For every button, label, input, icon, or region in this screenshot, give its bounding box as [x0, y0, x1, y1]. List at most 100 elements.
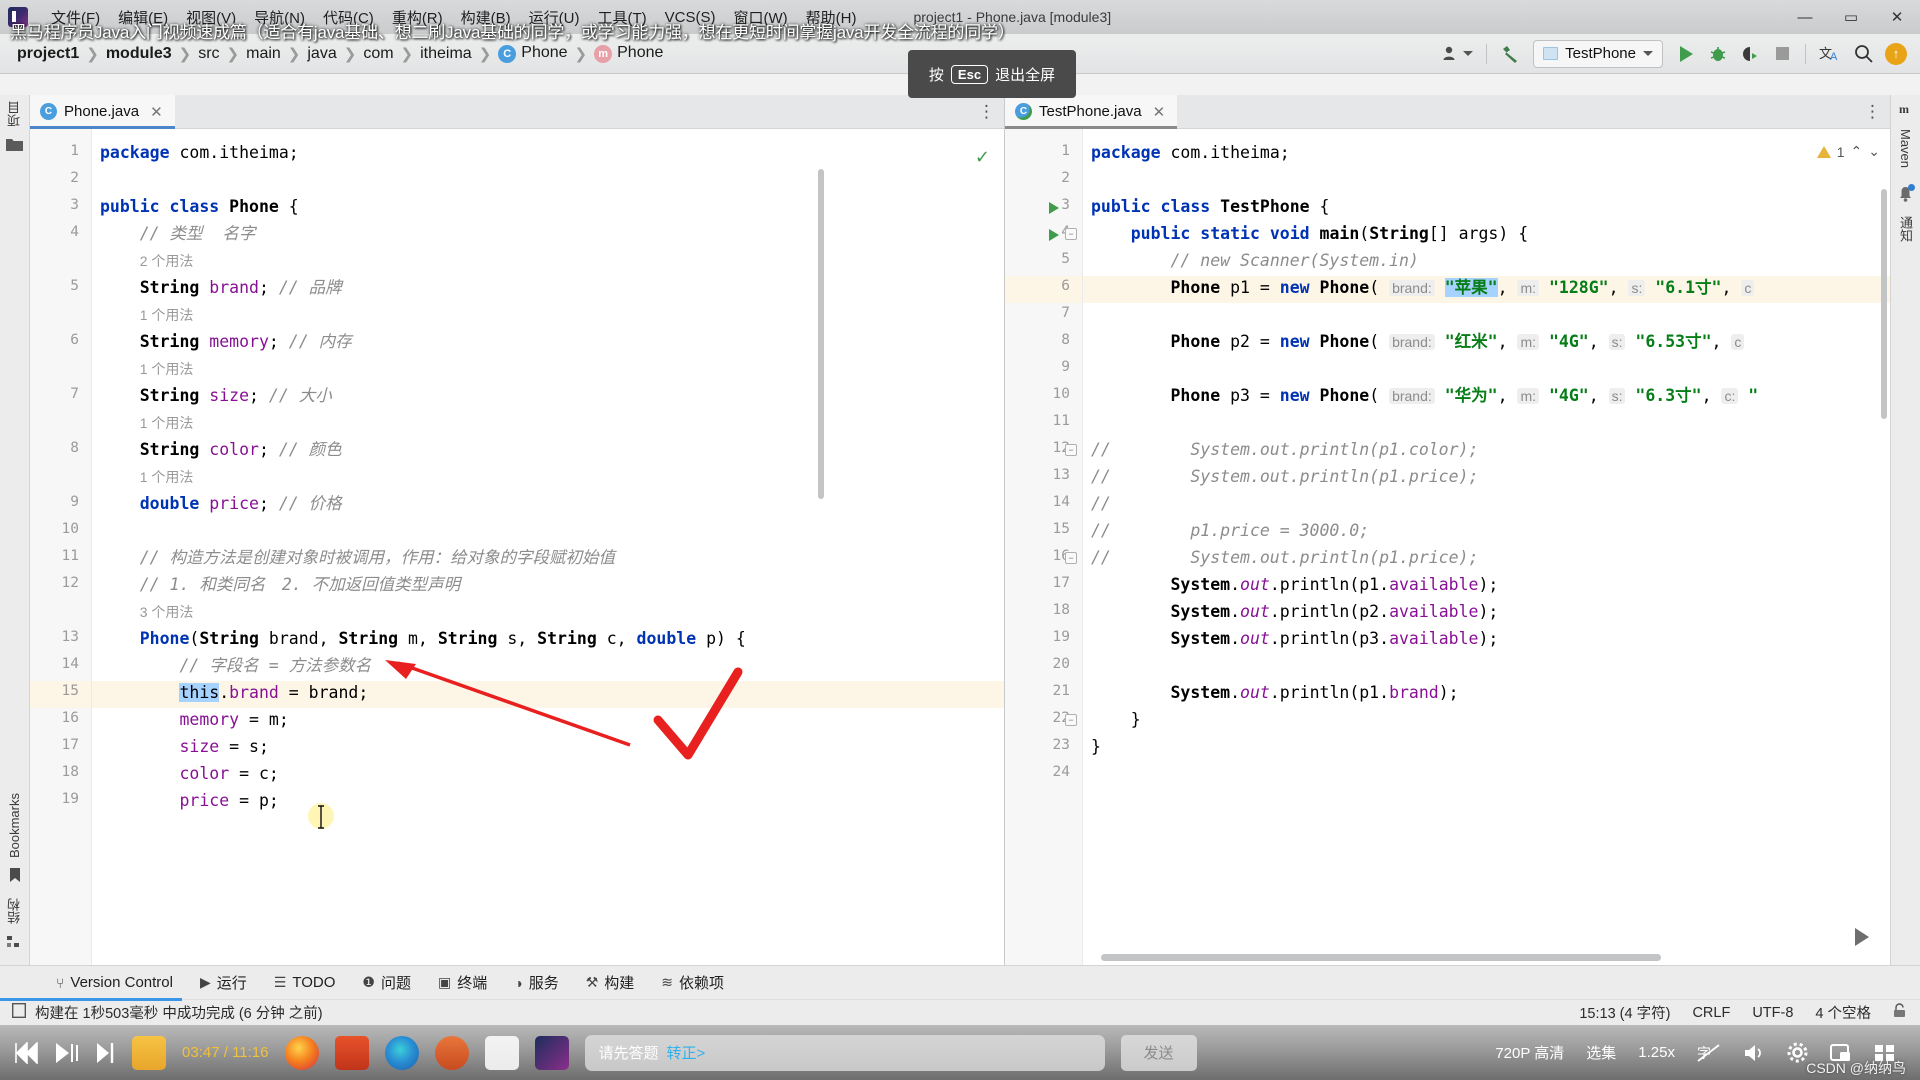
- indent-setting[interactable]: 4 个空格: [1815, 1002, 1871, 1023]
- tool-window-终端[interactable]: ▣ 终端: [428, 972, 497, 993]
- tool-window-运行[interactable]: ▶ 运行: [190, 972, 257, 993]
- run-button[interactable]: [1671, 40, 1701, 68]
- episodes-button[interactable]: 选集: [1586, 1042, 1616, 1063]
- tab-testphone-java[interactable]: C TestPhone.java ✕: [1005, 95, 1178, 129]
- tool-window-问题[interactable]: ❶ 问题: [352, 972, 421, 993]
- breadcrumb-item-project1[interactable]: project1: [10, 45, 86, 63]
- scrollbar-vertical-right[interactable]: [1881, 189, 1887, 419]
- breadcrumb-label: project1: [17, 44, 80, 62]
- code-fold-toggle[interactable]: −: [1065, 552, 1077, 564]
- editor-options-right[interactable]: ⋮: [1864, 95, 1890, 128]
- folder-icon[interactable]: [6, 133, 23, 160]
- tool-window-依赖项[interactable]: ≋ 依赖项: [651, 972, 734, 993]
- volume-icon[interactable]: [1743, 1043, 1765, 1063]
- line-number: 10: [1052, 386, 1070, 402]
- firefox-icon[interactable]: [284, 1035, 319, 1070]
- code-fold-toggle[interactable]: −: [1065, 228, 1077, 240]
- run-gutter-icon[interactable]: [1049, 229, 1059, 241]
- maximize-button[interactable]: ▭: [1828, 0, 1874, 34]
- next-problem-icon[interactable]: ⌄: [1868, 143, 1880, 160]
- project-tool-label: 项目: [7, 101, 22, 127]
- tool-window-服务[interactable]: ◑ 服务: [504, 972, 568, 993]
- run-configuration-selector[interactable]: TestPhone: [1533, 39, 1663, 68]
- code-editor-left[interactable]: 1 2 3 4 5 6 7 8 9 10 11 12 13 14 15 16 17 18 19 package co…: [30, 129, 1004, 965]
- code-content-left[interactable]: package com.itheima; public class Phone {…: [92, 129, 1004, 965]
- tab-phone-java[interactable]: C Phone.java ✕: [30, 95, 175, 129]
- lock-icon[interactable]: [1893, 1003, 1906, 1022]
- line-separator[interactable]: CRLF: [1692, 1005, 1730, 1021]
- run-gutter-icon[interactable]: [1049, 202, 1059, 214]
- run-with-coverage-button[interactable]: [1735, 40, 1765, 68]
- breadcrumb-item-phone[interactable]: m Phone: [587, 44, 670, 63]
- breadcrumb-separator: ❯: [400, 45, 414, 63]
- scrollbar-vertical-left[interactable]: [818, 169, 824, 499]
- sidebar-item-bookmarks[interactable]: Bookmarks: [7, 787, 22, 864]
- breadcrumb-item-itheima[interactable]: itheima: [413, 45, 479, 63]
- line-number: 11: [1052, 413, 1070, 429]
- debug-button[interactable]: [1703, 40, 1733, 68]
- maven-icon[interactable]: m: [1898, 95, 1914, 123]
- breadcrumb-item-src[interactable]: src: [191, 45, 226, 63]
- editor-options-left[interactable]: ⋮: [978, 95, 1004, 128]
- chat-input[interactable]: 请先答题 转正>: [584, 1034, 1105, 1071]
- previous-track-icon[interactable]: [14, 1041, 38, 1064]
- close-icon[interactable]: ✕: [150, 103, 163, 121]
- hammer-icon[interactable]: [1495, 40, 1525, 68]
- speed-selector[interactable]: 1.25x: [1638, 1044, 1675, 1061]
- breadcrumb-item-module3[interactable]: module3: [99, 45, 179, 63]
- search-icon[interactable]: [1848, 40, 1878, 68]
- build-status-icon: [11, 1002, 27, 1022]
- minimize-button[interactable]: —: [1782, 0, 1828, 34]
- breadcrumb-item-phone[interactable]: C Phone: [491, 44, 574, 63]
- code-editor-right[interactable]: 1234−56789101112−13141516−171819202122−2…: [1005, 129, 1890, 965]
- video-subtitle-overlay: 黑马程序员Java入门视频速成篇（适合有java基础、想二刷Java基础的同学，…: [10, 23, 1015, 42]
- sidebar-item-maven[interactable]: Maven: [1898, 123, 1913, 174]
- sidebar-item-structure[interactable]: 结构: [5, 892, 24, 930]
- send-button[interactable]: 发送: [1120, 1034, 1197, 1071]
- line-number-gutter-right[interactable]: 1234−56789101112−13141516−171819202122−2…: [1005, 129, 1083, 965]
- subtitles-off-icon[interactable]: 字: [1697, 1043, 1721, 1063]
- current-line-gutter-highlight: [30, 681, 91, 708]
- code-fold-toggle[interactable]: −: [1065, 714, 1077, 726]
- play-overlay-icon[interactable]: [1838, 915, 1882, 959]
- line-number: 15: [1052, 521, 1070, 537]
- caret-position[interactable]: 15:13 (4 字符): [1579, 1002, 1670, 1023]
- scrollbar-horizontal-right[interactable]: [1101, 954, 1661, 961]
- intellij-idea-icon[interactable]: [534, 1035, 569, 1070]
- play-icon[interactable]: [54, 1042, 80, 1064]
- ide-screen: 文件(F) 编辑(E) 视图(V) 导航(N) 代码(C) 重构(R) 构建(B) 运行(U)…: [0, 0, 1920, 1080]
- chat-link[interactable]: 转正>: [667, 1042, 706, 1063]
- breadcrumb-item-main[interactable]: main: [239, 45, 288, 63]
- structure-icon[interactable]: [7, 930, 22, 965]
- code-content-right[interactable]: package com.itheima; public class TestPho…: [1083, 129, 1890, 965]
- screen-record-icon[interactable]: [484, 1035, 519, 1070]
- quality-selector[interactable]: 720P 高清: [1495, 1042, 1564, 1063]
- tool-window-todo[interactable]: ☰ TODO: [264, 974, 346, 991]
- powerpoint-icon[interactable]: [434, 1035, 469, 1070]
- sidebar-item-project[interactable]: 项目: [5, 95, 24, 133]
- file-explorer-icon[interactable]: [132, 1035, 166, 1070]
- office-icon[interactable]: [334, 1035, 369, 1070]
- notifications-bell-icon[interactable]: [1897, 174, 1915, 210]
- breadcrumb-item-java[interactable]: java: [300, 45, 343, 63]
- user-settings-icon[interactable]: [1438, 40, 1478, 68]
- stop-button[interactable]: [1767, 40, 1797, 68]
- code-fold-toggle[interactable]: −: [1065, 444, 1077, 456]
- file-encoding[interactable]: UTF-8: [1752, 1005, 1793, 1021]
- bookmark-icon[interactable]: [9, 864, 21, 892]
- breadcrumb-item-com[interactable]: com: [356, 45, 400, 63]
- edge-icon[interactable]: [384, 1035, 419, 1070]
- tool-window-version-control[interactable]: ⑂ Version Control: [46, 974, 183, 991]
- inspection-widget-right[interactable]: 1 ⌃ ⌄: [1816, 143, 1880, 160]
- update-available-icon[interactable]: ↑: [1880, 40, 1912, 68]
- next-track-icon[interactable]: [96, 1042, 116, 1064]
- sidebar-item-notifications[interactable]: 通知: [1896, 210, 1915, 248]
- tool-window-构建[interactable]: ⚒ 构建: [576, 972, 645, 993]
- prev-problem-icon[interactable]: ⌃: [1851, 143, 1863, 160]
- breadcrumb-separator: ❯: [226, 45, 240, 63]
- close-icon[interactable]: ✕: [1153, 103, 1166, 121]
- gear-icon[interactable]: [1787, 1042, 1808, 1063]
- line-number-gutter-left[interactable]: 1 2 3 4 5 6 7 8 9 10 11 12 13 14 15 16 17 18 19: [30, 129, 92, 965]
- translate-icon[interactable]: 文A: [1814, 40, 1846, 68]
- close-button[interactable]: ✕: [1874, 0, 1920, 34]
